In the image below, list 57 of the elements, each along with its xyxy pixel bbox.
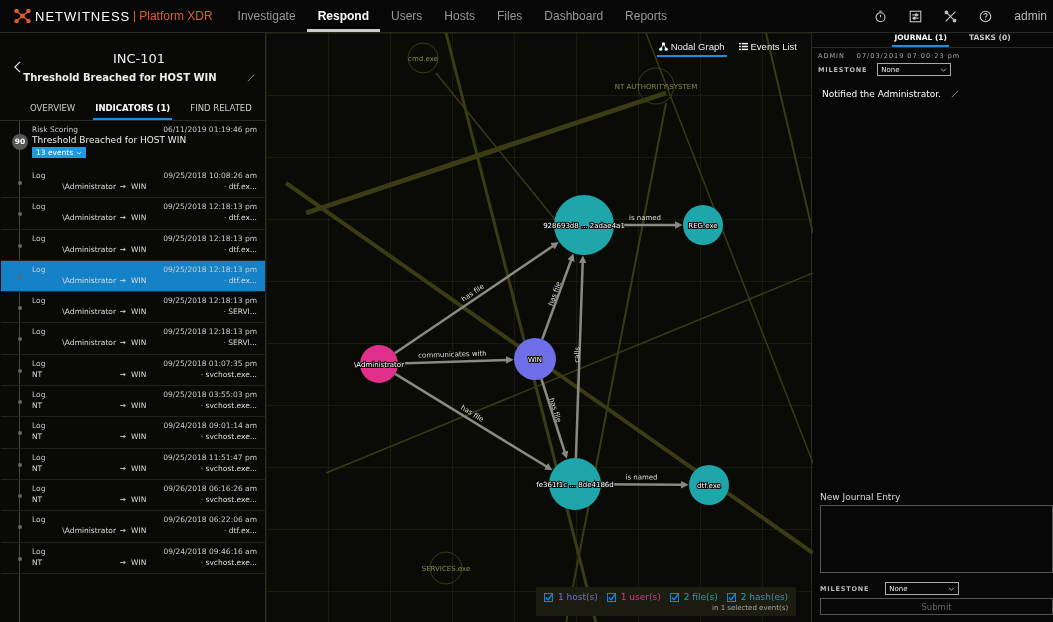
timer-icon[interactable] <box>874 9 888 23</box>
incident-tab[interactable]: FIND RELATED <box>188 97 254 120</box>
checkbox[interactable] <box>606 592 616 602</box>
arrow-icon <box>120 403 127 409</box>
nav-tab[interactable]: Dashboard <box>533 0 615 32</box>
view-tab[interactable]: Nodal Graph <box>656 41 727 57</box>
logo-icon <box>14 9 31 23</box>
nav-tab[interactable]: Hosts <box>433 0 486 32</box>
nav-tab[interactable]: Files <box>486 0 534 32</box>
caret-icon <box>948 586 956 591</box>
arrow-icon <box>120 309 127 315</box>
arrow-icon <box>120 496 127 502</box>
nav-tab[interactable]: Investigate <box>226 0 307 32</box>
nav-tab[interactable]: Reports <box>614 0 679 32</box>
caret-icon <box>76 150 83 155</box>
settings-sliders-icon[interactable] <box>909 9 923 23</box>
journal-note: Notified the Administrator. <box>822 89 942 99</box>
nav-tab[interactable]: Users <box>380 0 434 32</box>
list-icon <box>738 42 748 51</box>
graph-nodes-icon <box>658 42 668 51</box>
arrow-icon <box>120 277 127 283</box>
indicator-title: Threshold Breached for HOST WIN <box>32 135 188 145</box>
arrow-icon <box>120 528 127 534</box>
arrow-icon <box>120 340 127 346</box>
new-entry-title: New Journal Entry <box>820 492 902 502</box>
arrow-icon <box>120 184 127 189</box>
edit-icon[interactable] <box>246 73 255 82</box>
tools-icon[interactable] <box>944 9 958 23</box>
checkbox[interactable] <box>544 592 553 602</box>
arrow-icon <box>120 434 127 440</box>
journal-input-field[interactable] <box>820 505 1053 573</box>
product-name: Platform XDR <box>134 10 213 22</box>
checkbox[interactable] <box>669 592 679 602</box>
graph-node[interactable] <box>683 205 723 245</box>
graph-node[interactable] <box>514 338 556 380</box>
arrow-icon <box>120 559 127 565</box>
incident-tab[interactable]: OVERVIEW <box>28 97 78 120</box>
arrow-icon <box>120 465 127 471</box>
legend-toggle[interactable]: 2 hash(es) <box>726 592 789 602</box>
incident-id: INC-101 <box>112 51 166 66</box>
incident-title: Threshold Breached for HOST WIN <box>23 72 217 83</box>
caret-icon <box>940 67 948 72</box>
checkbox[interactable] <box>726 592 736 602</box>
arrow-icon <box>120 371 127 377</box>
graph-node[interactable] <box>689 465 729 505</box>
arrow-icon <box>120 215 127 221</box>
user-menu[interactable]: admin <box>1014 9 1047 23</box>
incident-tab[interactable]: INDICATORS (1) <box>93 97 173 120</box>
edit-icon[interactable] <box>951 90 960 98</box>
help-icon[interactable] <box>979 9 993 23</box>
legend-toggle[interactable]: 2 file(s) <box>669 592 718 602</box>
brand-name: NETWITNESS <box>35 8 131 24</box>
back-icon[interactable] <box>14 61 21 73</box>
legend-toggle[interactable]: 1 host(s) <box>544 592 598 602</box>
view-tab[interactable]: Events List <box>736 41 799 57</box>
arrow-icon <box>120 246 127 252</box>
legend-toggle[interactable]: 1 user(s) <box>606 592 661 602</box>
